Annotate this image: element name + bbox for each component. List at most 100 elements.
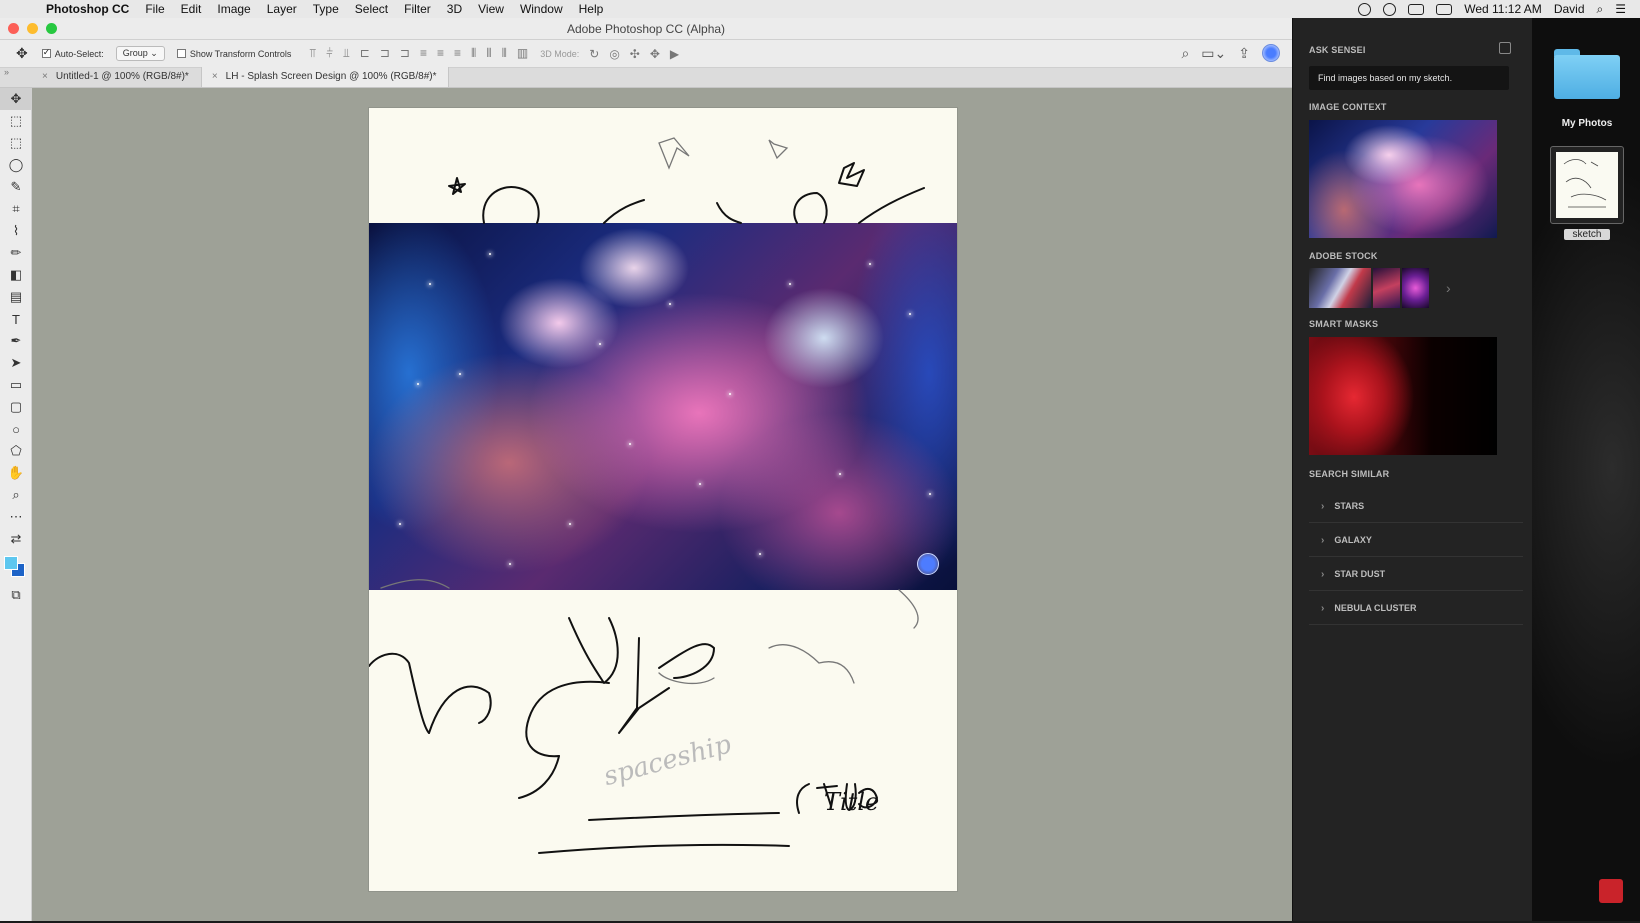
3d-scale-icon[interactable]: ▶ [670, 47, 679, 61]
brush-tool-icon[interactable]: ✏ [0, 242, 32, 264]
eraser-tool-icon[interactable]: ◧ [0, 264, 32, 286]
stock-result-2[interactable] [1373, 268, 1400, 308]
rounded-rectangle-tool-icon[interactable]: ▢ [0, 396, 32, 418]
default-colors-icon[interactable]: ⇄ [0, 528, 32, 550]
distribute-left-icon[interactable]: ⦀ [471, 46, 476, 61]
menubar-clock[interactable]: Wed 11:12 AM [1464, 2, 1542, 16]
search-icon[interactable]: ⌕ [1181, 45, 1189, 62]
stock-result-3[interactable] [1402, 268, 1429, 308]
3d-roll-icon[interactable]: ◎ [609, 47, 619, 61]
eyedropper-tool-icon[interactable]: ⌇ [0, 220, 32, 242]
menu-select[interactable]: Select [355, 2, 388, 16]
spotlight-icon[interactable]: ⌕ [1597, 2, 1604, 17]
stock-next-icon[interactable]: › [1446, 280, 1451, 296]
type-tool-icon[interactable]: T [0, 308, 32, 330]
3d-orbit-icon[interactable]: ↻ [589, 47, 599, 61]
menu-type[interactable]: Type [313, 2, 339, 16]
quick-selection-tool-icon[interactable]: ✎ [0, 176, 32, 198]
tab-splash-screen-design[interactable]: × LH - Splash Screen Design @ 100% (RGB/… [201, 67, 450, 87]
menu-file[interactable]: File [145, 2, 164, 16]
artboard-tool-icon[interactable]: ⬚ [0, 110, 32, 132]
menu-3d[interactable]: 3D [447, 2, 462, 16]
custom-shape-tool-icon[interactable]: ⬠ [0, 440, 32, 462]
stock-result-1[interactable] [1309, 268, 1371, 308]
close-window-button[interactable] [8, 23, 19, 34]
menubar-user[interactable]: David [1554, 2, 1585, 16]
tab-untitled-1[interactable]: × Untitled-1 @ 100% (RGB/8#)* [32, 67, 202, 87]
expand-panel-icon[interactable] [1499, 42, 1511, 54]
move-tool-preset-icon[interactable]: ✥ [16, 45, 28, 62]
move-tool-icon[interactable]: ✥ [0, 88, 32, 110]
3d-slide-icon[interactable]: ✥ [650, 47, 660, 61]
marquee-tool-icon[interactable]: ⬚ [0, 132, 32, 154]
canvas-area[interactable]: spaceship Title [32, 88, 1292, 921]
pen-tool-icon[interactable]: ✒ [0, 330, 32, 352]
status-icon[interactable] [1383, 2, 1397, 16]
search-similar-heading: SEARCH SIMILAR [1309, 469, 1390, 479]
search-similar-star-dust[interactable]: › STAR DUST [1309, 558, 1523, 591]
menu-image[interactable]: Image [217, 2, 250, 16]
ellipse-tool-icon[interactable]: ○ [0, 418, 32, 440]
3d-mode-label: 3D Mode: [540, 48, 580, 59]
sketch-file-label[interactable]: sketch [1564, 229, 1610, 240]
zoom-window-button[interactable] [46, 23, 57, 34]
panel-collapse-icon[interactable]: » [0, 67, 32, 87]
close-tab-icon[interactable]: × [42, 71, 48, 82]
screen-mode-icon[interactable]: ⧉ [0, 584, 32, 606]
align-hcenter-icon[interactable]: ⊐ [380, 46, 390, 61]
align-top-icon[interactable]: ⫪ [309, 46, 316, 61]
sketch-file-icon[interactable] [1550, 146, 1624, 224]
sensei-query-input[interactable]: Find images based on my sketch. [1309, 66, 1509, 90]
crop-tool-icon[interactable]: ⌗ [0, 198, 32, 220]
creative-cloud-icon[interactable] [1358, 2, 1372, 16]
auto-select-checkbox[interactable] [41, 47, 51, 58]
airplay-icon[interactable] [1408, 3, 1425, 15]
smart-mask-thumbnail[interactable] [1309, 337, 1497, 455]
menu-help[interactable]: Help [579, 2, 604, 16]
document-canvas[interactable]: spaceship Title [369, 108, 957, 891]
menu-filter[interactable]: Filter [404, 2, 431, 16]
distribute-vcenter-icon[interactable]: ≡ [437, 46, 444, 61]
gradient-tool-icon[interactable]: ▤ [0, 286, 32, 308]
notification-center-icon[interactable]: ☰ [1615, 2, 1626, 16]
lasso-tool-icon[interactable]: ◯ [0, 154, 32, 176]
folder-icon[interactable] [1554, 49, 1620, 99]
menu-window[interactable]: Window [520, 2, 563, 16]
rectangle-tool-icon[interactable]: ▭ [0, 374, 32, 396]
align-vcenter-icon[interactable]: ⫩ [326, 46, 333, 61]
menu-edit[interactable]: Edit [181, 2, 202, 16]
search-similar-nebula-cluster[interactable]: › NEBULA CLUSTER [1309, 592, 1523, 625]
align-left-icon[interactable]: ⊏ [360, 46, 370, 61]
workspace-icon[interactable]: ▭⌄ [1201, 45, 1226, 62]
show-transform-checkbox[interactable] [176, 49, 186, 58]
distribute-right-icon[interactable]: ⦀ [502, 46, 507, 61]
foreground-color-swatch[interactable] [4, 556, 18, 570]
chevron-right-icon: › [1321, 568, 1325, 580]
menu-view[interactable]: View [478, 2, 504, 16]
share-icon[interactable]: ⇪ [1238, 45, 1250, 62]
ask-sensei-heading: ASK SENSEI [1309, 45, 1366, 55]
zoom-tool-icon[interactable]: ⌕ [0, 484, 32, 506]
more-tools-icon[interactable]: ⋯ [0, 506, 32, 528]
close-tab-icon[interactable]: × [212, 71, 218, 82]
color-swatches[interactable] [0, 550, 32, 584]
menu-layer[interactable]: Layer [267, 2, 297, 16]
hand-tool-icon[interactable]: ✋ [0, 462, 32, 484]
search-similar-galaxy[interactable]: › GALAXY [1309, 524, 1523, 557]
battery-icon[interactable] [1436, 3, 1453, 15]
distribute-hcenter-icon[interactable]: ⦀ [486, 46, 491, 61]
align-bottom-icon[interactable]: ⫫ [343, 46, 350, 61]
sensei-button[interactable] [1262, 44, 1280, 62]
auto-select-dropdown[interactable]: Group ⌄ [115, 46, 165, 61]
search-similar-stars[interactable]: › STARS [1309, 490, 1523, 523]
menu-app-name[interactable]: Photoshop CC [46, 2, 129, 16]
align-right-icon[interactable]: ⊐ [400, 46, 410, 61]
auto-align-icon[interactable]: ▥ [517, 46, 528, 61]
minimize-window-button[interactable] [27, 23, 38, 34]
3d-pan-icon[interactable]: ✣ [630, 47, 640, 61]
distribute-bottom-icon[interactable]: ≡ [454, 46, 461, 61]
image-context-thumbnail[interactable] [1309, 120, 1497, 238]
folder-label[interactable]: My Photos [1542, 118, 1632, 129]
distribute-top-icon[interactable]: ≡ [420, 46, 427, 61]
path-selection-tool-icon[interactable]: ➤ [0, 352, 32, 374]
